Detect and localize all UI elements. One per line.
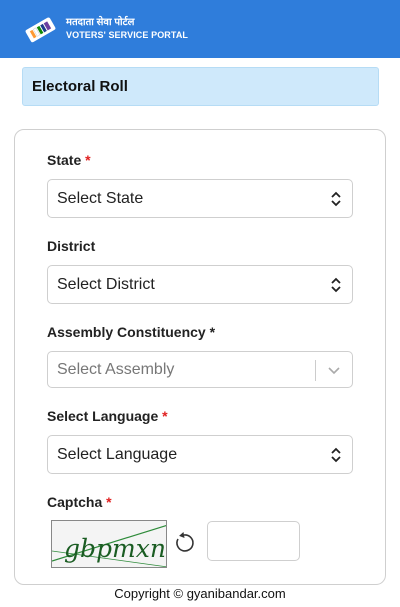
language-select-value: Select Language [57,445,178,463]
district-select[interactable]: Select District [47,265,353,304]
captcha-image: gbpmxn [51,520,167,568]
district-label: District [47,238,96,254]
language-select[interactable]: Select Language [47,435,353,474]
required-marker: * [85,152,91,168]
captcha-label: Captcha * [47,494,112,510]
chevron-up-down-icon [331,447,341,463]
captcha-input[interactable] [207,521,300,561]
state-select-value: Select State [57,189,144,207]
refresh-captcha-icon[interactable] [173,532,195,554]
page-title: Electoral Roll [32,78,128,95]
state-label: State * [47,152,91,168]
footer-copyright: Copyright © gyanibandar.com [114,586,286,601]
assembly-select-value: Select Assembly [57,360,175,378]
assembly-label: Assembly Constituency * [47,324,216,340]
required-marker: * [162,408,168,424]
captcha-text: gbpmxn [64,534,166,563]
chevron-up-down-icon [331,191,341,207]
assembly-select[interactable]: Select Assembly [47,351,353,388]
chevron-down-icon [328,367,340,375]
ballot-box-icon[interactable] [22,11,58,47]
language-label: Select Language * [47,408,168,424]
app-header: मतदाता सेवा पोर्टल VOTERS' SERVICE PORTA… [0,0,400,58]
portal-title: मतदाता सेवा पोर्टल VOTERS' SERVICE PORTA… [66,16,188,42]
portal-title-english: VOTERS' SERVICE PORTAL [66,30,189,40]
district-select-value: Select District [57,275,155,293]
state-select[interactable]: Select State [47,179,353,218]
required-marker: * [106,494,112,510]
select-separator [315,360,316,381]
chevron-up-down-icon [331,277,341,293]
portal-title-hindi: मतदाता सेवा पोर्टल [66,17,135,28]
page-title-banner: Electoral Roll [22,67,379,106]
